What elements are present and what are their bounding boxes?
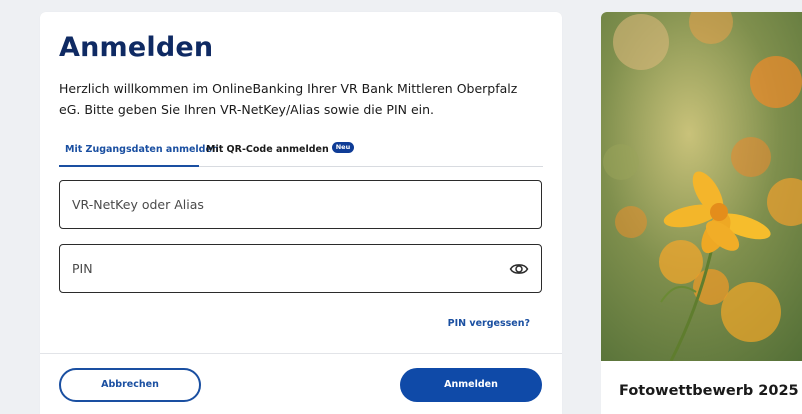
page-title: Anmelden bbox=[59, 32, 214, 63]
tab-credentials[interactable]: Mit Zugangsdaten anmelden bbox=[65, 143, 219, 165]
pin-input[interactable] bbox=[60, 245, 541, 292]
flower-photo bbox=[601, 12, 802, 361]
active-tab-indicator bbox=[59, 165, 199, 167]
netkey-input[interactable] bbox=[60, 181, 541, 228]
tab-credentials-label: Mit Zugangsdaten anmelden bbox=[65, 144, 219, 155]
netkey-field bbox=[59, 180, 542, 229]
tab-qr-code-label: Mit QR-Code anmelden bbox=[206, 144, 329, 155]
login-tabs: Mit Zugangsdaten anmelden Mit QR-Code an… bbox=[59, 140, 543, 167]
forgot-pin-link[interactable]: PIN vergessen? bbox=[448, 318, 530, 329]
eye-icon[interactable] bbox=[509, 260, 529, 278]
cancel-button[interactable]: Abbrechen bbox=[59, 368, 201, 402]
new-badge: Neu bbox=[331, 142, 355, 153]
tab-qr-code[interactable]: Mit QR-Code anmelden Neu bbox=[206, 142, 355, 165]
pin-field bbox=[59, 244, 542, 293]
login-card: Anmelden Herzlich willkommen im OnlineBa… bbox=[40, 12, 562, 414]
footer-divider bbox=[40, 353, 562, 354]
login-button[interactable]: Anmelden bbox=[400, 368, 542, 402]
promo-caption: Fotowettbewerb 2025 - bbox=[619, 383, 802, 399]
intro-text: Herzlich willkommen im OnlineBanking Ihr… bbox=[59, 81, 518, 117]
promo-card[interactable]: Fotowettbewerb 2025 - bbox=[601, 12, 802, 414]
